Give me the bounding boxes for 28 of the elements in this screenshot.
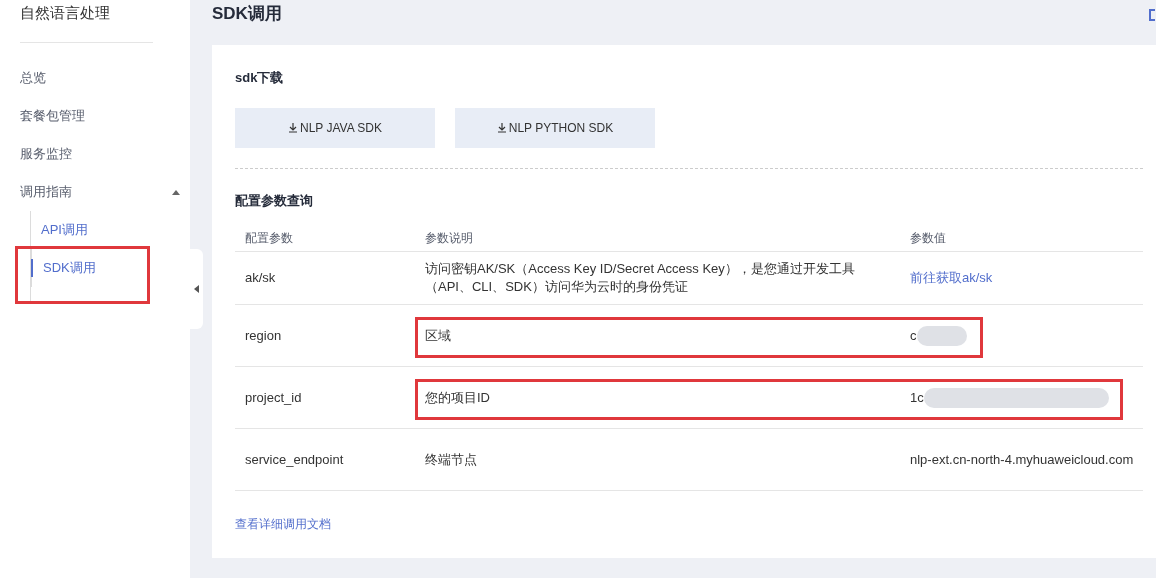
table-cell-text: nlp-ext.cn-north-4.myhuaweicloud.com [910,450,1134,469]
column-header: 参数说明 [425,229,474,247]
column-header: 参数值 [910,229,946,247]
table-cell-text: service_endpoint [245,450,345,469]
sidebar-title: 自然语言处理 [20,3,111,23]
table-cell-text: 访问密钥AK/SK（Access Key ID/Secret Access Key），是您通过开发工具（API、CLI、SDK）访问华为云时的身份凭证 [425,260,856,296]
table-cell-text: 1c [910,388,924,407]
page-title: SDK调用 [212,3,282,25]
column-header: 配置参数 [245,229,294,247]
table-cell-text: 区域 [425,326,452,345]
get-aksk-link[interactable]: 前往获取ak/sk [910,268,993,288]
nav-subitem[interactable]: API调用 [31,221,88,239]
nav-item[interactable]: 调用指南 [20,182,72,202]
table-cell-text: region [245,326,283,345]
table-cell-text: c [910,326,917,345]
download-button[interactable]: NLP PYTHON SDK [455,107,655,148]
documentation-link[interactable]: 查看详细调用文档 [235,517,331,531]
nav-subitem[interactable]: SDK调用 [31,259,96,277]
section-title: sdk下载 [235,69,285,87]
nav-item[interactable]: 套餐包管理 [20,106,85,126]
nav-item[interactable]: 服务监控 [20,144,72,164]
table-cell-text: project_id [245,388,303,407]
table-cell-text: 终端节点 [425,450,478,469]
download-button[interactable]: NLP JAVA SDK [235,107,435,148]
table-cell-text: ak/sk [245,269,277,288]
nav-item[interactable]: 总览 [20,68,46,88]
section-title: 配置参数查询 [235,191,314,210]
table-cell-text: 您的项目ID [425,388,491,407]
